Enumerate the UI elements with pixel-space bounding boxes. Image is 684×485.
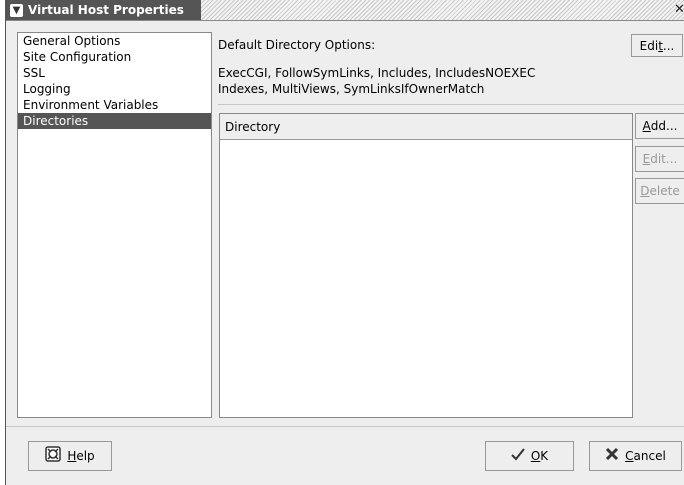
nav-item-general-options[interactable]: General Options (18, 33, 211, 49)
close-icon[interactable]: ✕ (674, 3, 684, 17)
cancel-x-icon (605, 447, 619, 465)
directory-column-header[interactable]: Directory (220, 114, 632, 140)
footer-separator (6, 426, 684, 427)
directory-table[interactable]: Directory (219, 113, 633, 418)
ok-button[interactable]: OK (485, 441, 574, 471)
title-tab: ▼ Virtual Host Properties (6, 0, 201, 20)
nav-item-environment-variables[interactable]: Environment Variables (18, 97, 211, 113)
edit-default-options-button[interactable]: Edi t... (631, 34, 683, 57)
delete-directory-button[interactable]: Delete (635, 178, 684, 204)
title-bar[interactable]: ▼ Virtual Host Properties ✕ (6, 0, 684, 21)
add-directory-button[interactable]: Add... (635, 113, 684, 139)
nav-item-ssl[interactable]: SSL (18, 65, 211, 81)
nav-item-directories[interactable]: Directories (18, 113, 211, 129)
default-options-heading: Default Directory Options: (218, 38, 376, 52)
cancel-button[interactable]: Cancel (589, 441, 682, 471)
nav-item-site-configuration[interactable]: Site Configuration (18, 49, 211, 65)
section-list: General Options Site Configuration SSL L… (17, 32, 212, 418)
window-title: Virtual Host Properties (28, 3, 184, 17)
virtual-host-properties-window: ▼ Virtual Host Properties ✕ General Opti… (5, 0, 684, 485)
help-button[interactable]: Help (28, 441, 112, 471)
edit-directory-button[interactable]: Edit... (635, 146, 684, 172)
options-separator (218, 104, 684, 105)
checkmark-icon (511, 447, 525, 465)
nav-item-logging[interactable]: Logging (18, 81, 211, 97)
options-line-1: ExecCGI, FollowSymLinks, Includes, Inclu… (218, 66, 536, 80)
options-line-2: Indexes, MultiViews, SymLinksIfOwnerMatc… (218, 82, 485, 96)
chevron-down-icon[interactable]: ▼ (10, 3, 23, 17)
help-icon (45, 446, 62, 466)
